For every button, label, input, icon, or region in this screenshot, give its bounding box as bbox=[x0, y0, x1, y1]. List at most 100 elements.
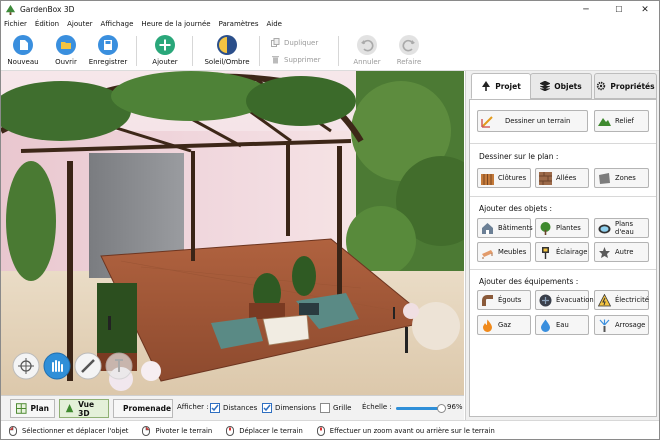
close-button[interactable]: ✕ bbox=[631, 1, 659, 18]
relief-label: Relief bbox=[615, 117, 634, 125]
menu-settings[interactable]: Paramètres bbox=[219, 20, 259, 28]
plan-view-button[interactable]: Plan bbox=[10, 399, 55, 418]
walk-view-button[interactable]: Promenade bbox=[113, 399, 173, 418]
menu-edit[interactable]: Édition bbox=[35, 20, 59, 28]
gas-button[interactable]: Gaz bbox=[477, 315, 531, 335]
3d-view-label: Vue 3D bbox=[78, 399, 95, 418]
add-button[interactable]: Ajouter bbox=[141, 32, 189, 70]
window-title: GardenBox 3D bbox=[20, 5, 75, 14]
lighting-label: Éclairage bbox=[556, 248, 588, 256]
save-button[interactable]: Enregistrer bbox=[84, 32, 132, 70]
status-select-text: Sélectionner et déplacer l'objet bbox=[22, 426, 129, 435]
menu-add[interactable]: Ajouter bbox=[67, 20, 92, 28]
sun-shadow-button[interactable]: Soleil/Ombre bbox=[203, 32, 251, 70]
menu-view[interactable]: Affichage bbox=[101, 20, 134, 28]
sewer-pipe-icon bbox=[482, 294, 493, 306]
scale-label: Échelle : bbox=[362, 403, 392, 411]
status-select-hint: Sélectionner et déplacer l'objet bbox=[9, 425, 129, 436]
dimensions-checkbox[interactable]: Dimensions bbox=[262, 403, 316, 413]
fences-label: Clôtures bbox=[498, 174, 527, 182]
gear-icon bbox=[597, 81, 606, 91]
toolbar-separator bbox=[136, 36, 137, 66]
layers-icon bbox=[540, 81, 551, 91]
watering-button[interactable]: Arrosage bbox=[594, 315, 649, 335]
project-icon bbox=[482, 81, 491, 91]
lighting-button[interactable]: Éclairage bbox=[535, 242, 589, 262]
scale-slider[interactable] bbox=[396, 404, 447, 413]
walk-view-label: Promenade bbox=[123, 404, 172, 413]
scale-slider-thumb[interactable] bbox=[437, 404, 447, 413]
menu-help[interactable]: Aide bbox=[267, 20, 282, 28]
plants-button[interactable]: Plantes bbox=[535, 218, 589, 238]
furniture-button[interactable]: Meubles bbox=[477, 242, 531, 262]
paths-label: Allées bbox=[556, 174, 577, 182]
duplicate-button[interactable]: Dupliquer bbox=[271, 38, 318, 47]
fences-button[interactable]: Clôtures bbox=[477, 168, 531, 188]
water-drop-icon bbox=[541, 319, 550, 332]
status-bar: Sélectionner et déplacer l'objet Pivoter… bbox=[1, 420, 659, 439]
building-icon bbox=[482, 222, 493, 234]
status-rotate-hint: Pivoter le terrain bbox=[142, 425, 213, 436]
menu-time-of-day[interactable]: Heure de la journée bbox=[141, 20, 210, 28]
app-window: GardenBox 3D ─ ☐ ✕ Fichier Édition Ajout… bbox=[0, 0, 660, 440]
orbit-control-button[interactable] bbox=[12, 352, 40, 380]
other-button[interactable]: Autre bbox=[594, 242, 649, 262]
chair-icon bbox=[482, 249, 493, 259]
menu-bar: Fichier Édition Ajouter Affichage Heure … bbox=[1, 18, 659, 30]
tab-project[interactable]: Projet bbox=[471, 73, 531, 99]
duplicate-label: Dupliquer bbox=[284, 38, 319, 47]
delete-button[interactable]: Supprimer bbox=[271, 55, 321, 64]
redo-button[interactable]: Refaire bbox=[385, 32, 433, 70]
electricity-label: Électricité bbox=[615, 296, 649, 304]
draw-terrain-icon bbox=[481, 115, 493, 128]
furniture-label: Meubles bbox=[498, 248, 527, 256]
status-move-text: Déplacer le terrain bbox=[239, 426, 303, 435]
water-features-button[interactable]: Plans d'eau bbox=[594, 218, 649, 238]
draw-on-plan-heading: Dessiner sur le plan : bbox=[479, 152, 559, 161]
measure-tool-button[interactable] bbox=[74, 352, 102, 380]
3d-view-button[interactable]: Vue 3D bbox=[59, 399, 109, 418]
save-label: Enregistrer bbox=[88, 58, 128, 66]
delete-label: Supprimer bbox=[284, 55, 321, 64]
distances-checkbox[interactable]: Distances bbox=[210, 403, 257, 413]
minimize-button[interactable]: ─ bbox=[572, 1, 600, 18]
sun-shadow-icon bbox=[217, 35, 237, 55]
paths-button[interactable]: Allées bbox=[535, 168, 589, 188]
drain-icon bbox=[539, 294, 552, 306]
undo-icon bbox=[357, 35, 377, 55]
distances-check-box[interactable] bbox=[210, 403, 220, 413]
fence-icon bbox=[481, 173, 494, 185]
open-button[interactable]: Ouvrir bbox=[42, 32, 90, 70]
new-file-icon bbox=[13, 35, 33, 55]
tree-icon bbox=[540, 221, 551, 235]
undo-button[interactable]: Annuler bbox=[343, 32, 391, 70]
new-button[interactable]: Nouveau bbox=[1, 32, 47, 70]
distances-label: Distances bbox=[223, 404, 258, 412]
relief-button[interactable]: Relief bbox=[594, 110, 649, 132]
status-rotate-text: Pivoter le terrain bbox=[155, 426, 213, 435]
tab-properties[interactable]: Propriétés bbox=[594, 73, 657, 99]
sewer-button[interactable]: Égouts bbox=[477, 290, 531, 310]
3d-viewport[interactable] bbox=[1, 71, 464, 395]
buildings-button[interactable]: Bâtiments bbox=[477, 218, 533, 238]
dimensions-check-box[interactable] bbox=[262, 403, 272, 413]
zone-icon bbox=[599, 172, 610, 184]
zones-button[interactable]: Zones bbox=[594, 168, 649, 188]
tab-objects-label: Objets bbox=[554, 81, 582, 91]
pole-tool-button[interactable] bbox=[105, 352, 133, 380]
grid-check-box[interactable] bbox=[320, 403, 330, 413]
electricity-button[interactable]: Électricité bbox=[594, 290, 649, 310]
water-supply-button[interactable]: Eau bbox=[535, 315, 589, 335]
plan-view-icon bbox=[16, 403, 27, 414]
redo-label: Refaire bbox=[396, 58, 422, 66]
grid-checkbox[interactable]: Grille bbox=[320, 403, 351, 413]
draw-terrain-button[interactable]: Dessiner un terrain bbox=[477, 110, 588, 132]
hand-pan-button[interactable] bbox=[43, 352, 71, 380]
watering-label: Arrosage bbox=[615, 321, 646, 329]
drainage-button[interactable]: Évacuation bbox=[535, 290, 594, 310]
menu-file[interactable]: Fichier bbox=[4, 20, 27, 28]
maximize-button[interactable]: ☐ bbox=[605, 1, 633, 18]
view-bar: Plan Vue 3D Promenade Afficher : Distanc… bbox=[1, 395, 464, 420]
tab-objects[interactable]: Objets bbox=[530, 73, 592, 99]
garden-scene bbox=[1, 71, 464, 395]
